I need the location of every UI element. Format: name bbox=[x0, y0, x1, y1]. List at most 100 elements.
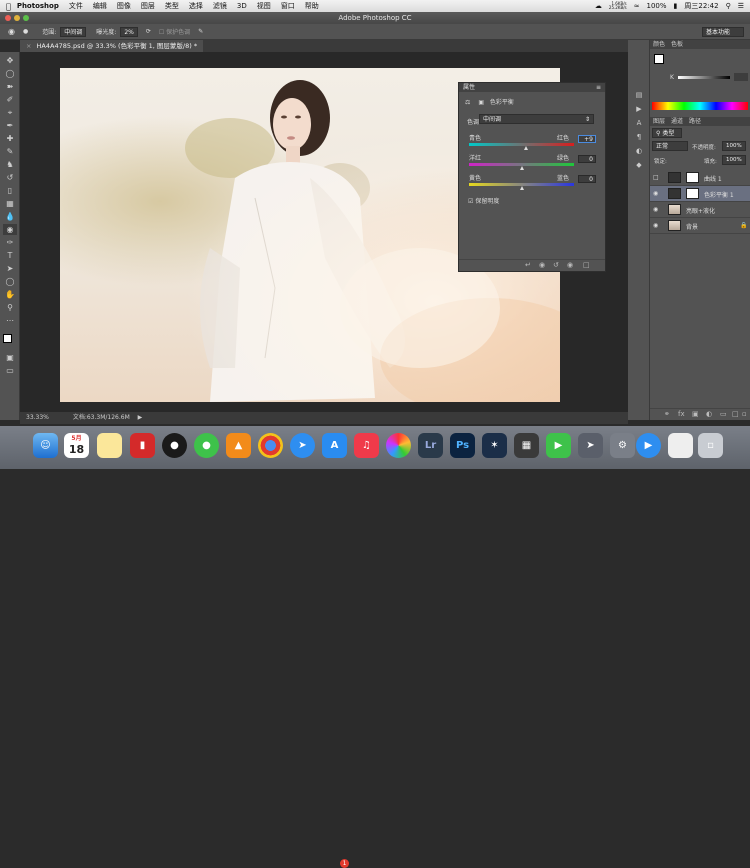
pen-tool-icon[interactable]: ✑ bbox=[3, 237, 17, 248]
qq-icon[interactable]: ● bbox=[162, 433, 187, 458]
fill-input[interactable]: 100% bbox=[722, 155, 746, 165]
link-layers-icon[interactable]: ⚭ bbox=[664, 410, 670, 418]
character-panel-icon[interactable]: A bbox=[632, 118, 646, 129]
menu-filter[interactable]: 滤镜 bbox=[213, 1, 227, 11]
app-menu[interactable]: Photoshop bbox=[17, 2, 59, 10]
eye-icon[interactable]: ◉ bbox=[653, 190, 658, 197]
styles-panel-icon[interactable]: ◆ bbox=[632, 160, 646, 171]
mission-control-icon[interactable]: ▦ bbox=[514, 433, 539, 458]
magenta-green-slider-thumb[interactable] bbox=[519, 166, 524, 170]
music-icon[interactable]: ♫ bbox=[354, 433, 379, 458]
eye-icon[interactable]: ◉ bbox=[653, 206, 658, 213]
document-size[interactable]: 文档:63.3M/126.6M bbox=[73, 414, 130, 421]
layer-row-retouch[interactable]: ◉ 亮眼+液化 bbox=[650, 202, 750, 218]
app-store-icon[interactable]: A bbox=[322, 433, 347, 458]
search-icon[interactable]: ⚲ bbox=[726, 2, 731, 10]
protect-tones-checkbox[interactable]: ☐ 保护色调 bbox=[159, 27, 190, 36]
close-window-button[interactable] bbox=[5, 15, 11, 21]
yellow-blue-slider-thumb[interactable] bbox=[519, 186, 524, 190]
menu-file[interactable]: 文件 bbox=[69, 1, 83, 11]
eye-icon[interactable]: ◉ bbox=[653, 222, 658, 229]
launchpad-icon[interactable]: ➤ bbox=[578, 433, 603, 458]
color-spectrum[interactable] bbox=[652, 102, 748, 110]
network-app-icon[interactable]: ✶ bbox=[482, 433, 507, 458]
tab-layers[interactable]: 图层 bbox=[653, 117, 665, 126]
pressure-icon[interactable]: ✎ bbox=[198, 28, 203, 35]
add-mask-icon[interactable]: ▣ bbox=[692, 410, 699, 418]
eraser-icon[interactable]: ▯ bbox=[3, 185, 17, 196]
path-select-icon[interactable]: ➤ bbox=[3, 263, 17, 274]
finder-icon[interactable]: ☺ bbox=[33, 433, 58, 458]
range-select[interactable]: 中间调 bbox=[60, 26, 87, 37]
lasso-tool-icon[interactable]: ➽ bbox=[3, 81, 17, 92]
color-foreground-swatch[interactable] bbox=[654, 54, 664, 64]
marquee-tool-icon[interactable]: ◯ bbox=[3, 68, 17, 79]
cyan-red-input[interactable]: +9 bbox=[578, 135, 596, 143]
layer-row-background[interactable]: ◉ 背景 🔒 bbox=[650, 218, 750, 234]
clone-stamp-icon[interactable]: ♞ bbox=[3, 159, 17, 170]
facetime-icon[interactable]: ▶ bbox=[546, 433, 571, 458]
chrome-icon[interactable] bbox=[258, 433, 283, 458]
edit-toolbar-icon[interactable]: ⋯ bbox=[3, 315, 17, 326]
photos-icon[interactable] bbox=[386, 433, 411, 458]
mask-icon[interactable]: ▣ bbox=[478, 99, 484, 106]
blend-mode-select[interactable]: 正常 bbox=[652, 141, 688, 151]
shape-tool-icon[interactable]: ◯ bbox=[3, 276, 17, 287]
screen-mode-icon[interactable]: ▭ bbox=[3, 365, 17, 376]
actions-panel-icon[interactable]: ▶ bbox=[632, 104, 646, 115]
tab-swatches[interactable]: 色板 bbox=[671, 40, 683, 49]
preserve-luminosity-checkbox[interactable]: ☑ 保留明度 bbox=[468, 196, 499, 205]
minimize-window-button[interactable] bbox=[14, 15, 20, 21]
quick-select-icon[interactable]: ✐ bbox=[3, 94, 17, 105]
menu-layer[interactable]: 图层 bbox=[141, 1, 155, 11]
exposure-input[interactable]: 2% bbox=[120, 26, 138, 37]
zoom-window-button[interactable] bbox=[23, 15, 29, 21]
parallels-icon[interactable]: ▮ bbox=[130, 433, 155, 458]
magenta-green-input[interactable]: 0 bbox=[578, 155, 596, 163]
layer-style-icon[interactable]: fx bbox=[678, 410, 685, 418]
cyan-red-slider-thumb[interactable] bbox=[523, 146, 528, 150]
workspace-select[interactable]: 基本功能 bbox=[702, 26, 744, 37]
tab-paths[interactable]: 路径 bbox=[689, 117, 701, 126]
k-value[interactable] bbox=[734, 73, 748, 81]
type-tool-icon[interactable]: T bbox=[3, 250, 17, 261]
tab-color[interactable]: 颜色 bbox=[653, 40, 665, 49]
healing-brush-icon[interactable]: ✚ bbox=[3, 133, 17, 144]
move-tool-icon[interactable]: ✥ bbox=[3, 55, 17, 66]
photoshop-icon[interactable]: Ps bbox=[450, 433, 475, 458]
mask-thumbnail[interactable] bbox=[686, 172, 699, 183]
airbrush-icon[interactable]: ⟳ bbox=[146, 28, 151, 35]
cloud-icon[interactable]: ☁ bbox=[595, 2, 602, 10]
properties-header[interactable]: 属性 ≡ bbox=[459, 83, 605, 92]
notification-icon[interactable]: ☰ bbox=[738, 2, 744, 10]
panel-menu-icon[interactable]: ≡ bbox=[596, 83, 601, 92]
wifi-icon[interactable]: ≈ bbox=[634, 2, 640, 10]
quicktime-icon[interactable]: ▶ bbox=[636, 433, 661, 458]
blur-tool-icon[interactable]: 💧 bbox=[3, 211, 17, 222]
layer-row-curves[interactable]: □ 曲线 1 bbox=[650, 170, 750, 186]
quick-mask-icon[interactable]: ▣ bbox=[3, 352, 17, 363]
paragraph-panel-icon[interactable]: ¶ bbox=[632, 132, 646, 143]
gradient-tool-icon[interactable]: ▦ bbox=[3, 198, 17, 209]
calendar-icon[interactable]: 5月 18 bbox=[64, 433, 89, 458]
delete-layer-icon[interactable]: ▫ bbox=[742, 410, 747, 418]
new-group-icon[interactable]: ▭ bbox=[720, 410, 727, 418]
clip-to-layer-icon[interactable]: ↵ bbox=[525, 261, 531, 269]
apple-icon[interactable]:  bbox=[6, 2, 11, 11]
safari-icon[interactable]: ➤ bbox=[290, 433, 315, 458]
downloads-stack-icon[interactable] bbox=[668, 433, 693, 458]
zoom-tool-icon[interactable]: ⚲ bbox=[3, 302, 17, 313]
delete-icon[interactable]: □ bbox=[583, 261, 590, 269]
new-layer-icon[interactable]: □ bbox=[732, 410, 739, 418]
k-slider[interactable] bbox=[678, 76, 730, 79]
menu-window[interactable]: 窗口 bbox=[281, 1, 295, 11]
history-panel-icon[interactable]: ▤ bbox=[632, 90, 646, 101]
crop-tool-icon[interactable]: ⌖ bbox=[3, 107, 17, 118]
layer-filter-select[interactable]: ⚲ 类型 bbox=[652, 128, 682, 138]
system-preferences-icon[interactable]: ⚙ bbox=[610, 433, 635, 458]
menu-view[interactable]: 视图 bbox=[257, 1, 271, 11]
cat-app-icon[interactable]: ▲ bbox=[226, 433, 251, 458]
wechat-icon[interactable]: ● bbox=[194, 433, 219, 458]
cyan-red-slider[interactable] bbox=[469, 143, 574, 146]
burn-tool-preset-icon[interactable]: ◉ bbox=[8, 27, 15, 36]
